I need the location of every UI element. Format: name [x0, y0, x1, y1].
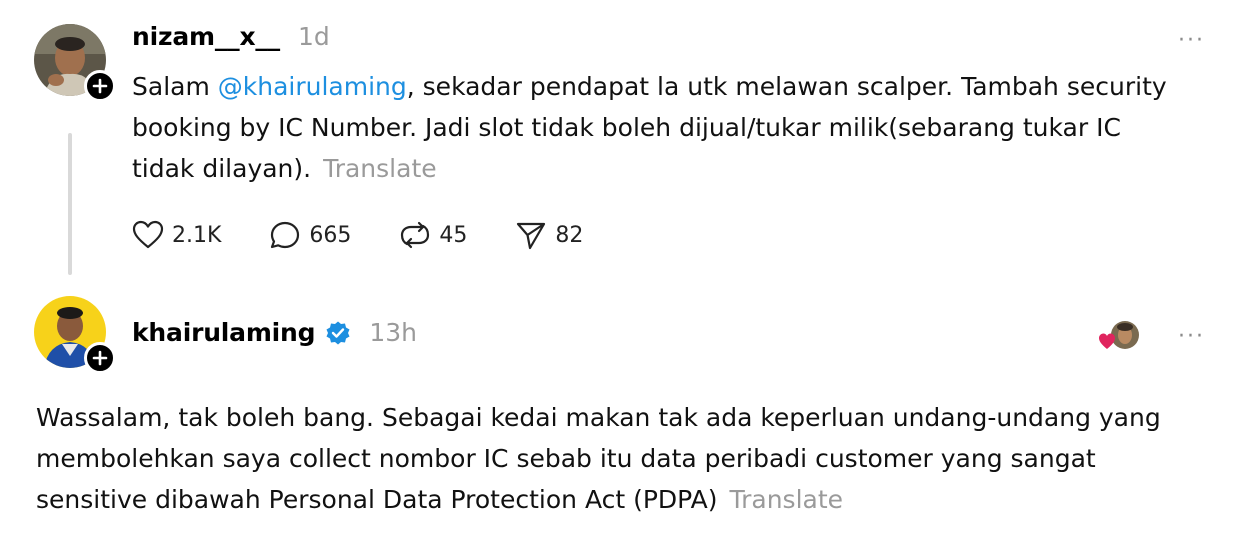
repost-button[interactable]: 45: [399, 220, 467, 250]
timestamp[interactable]: 1d: [298, 22, 330, 51]
follow-button[interactable]: [84, 342, 116, 374]
repost-icon: [401, 221, 430, 249]
like-button[interactable]: 2.1K: [132, 220, 221, 250]
action-bar: 2.1K 665 45 82: [132, 220, 631, 250]
username[interactable]: khairulaming: [132, 318, 316, 347]
plus-icon: [92, 350, 108, 366]
post-text: Wassalam, tak boleh bang. Sebagai kedai …: [36, 397, 1236, 520]
more-options-button[interactable]: ···: [1178, 326, 1205, 348]
repost-count: 45: [439, 222, 468, 248]
share-icon: [517, 222, 546, 250]
heart-icon: [132, 220, 164, 249]
post-text: Salam @khairulaming, sekadar pendapat la…: [132, 66, 1232, 189]
reply-count: 665: [309, 222, 352, 248]
share-button[interactable]: 82: [515, 220, 583, 250]
more-options-button[interactable]: ···: [1178, 30, 1205, 52]
text-line-3: tidak dilayan).: [132, 154, 312, 183]
thread-connector-line: [68, 133, 72, 275]
text-line-2: membolehkan saya collect nombor IC sebab…: [36, 444, 1096, 473]
avatar-nizam[interactable]: [34, 24, 116, 102]
text-line-3: sensitive dibawah Personal Data Protecti…: [36, 485, 718, 514]
like-count: 2.1K: [172, 222, 222, 248]
liked-by-author-avatar-icon: [1099, 321, 1139, 349]
plus-icon: [92, 78, 108, 94]
follow-button[interactable]: [84, 70, 116, 102]
translate-link[interactable]: Translate: [730, 485, 844, 514]
text-line-2: booking by IC Number. Jadi slot tidak bo…: [132, 113, 1121, 142]
post-header: khairulaming 13h: [132, 318, 417, 347]
translate-link[interactable]: Translate: [323, 154, 437, 183]
liked-by-author-indicator: [1098, 318, 1142, 354]
share-count: 82: [555, 222, 584, 248]
post-header: nizam__x__ 1d: [132, 22, 330, 51]
text-line-1: , sekadar pendapat la utk melawan scalpe…: [406, 72, 1167, 101]
reply-button[interactable]: 665: [269, 220, 351, 250]
verified-badge-icon: [326, 321, 350, 344]
mention-link[interactable]: @khairulaming: [218, 72, 407, 101]
username[interactable]: nizam__x__: [132, 22, 280, 51]
comment-icon: [271, 221, 300, 249]
avatar-khairulaming[interactable]: [34, 296, 116, 374]
text-prefix: Salam: [132, 72, 218, 101]
timestamp[interactable]: 13h: [369, 318, 417, 347]
text-line-1: Wassalam, tak boleh bang. Sebagai kedai …: [36, 403, 1161, 432]
